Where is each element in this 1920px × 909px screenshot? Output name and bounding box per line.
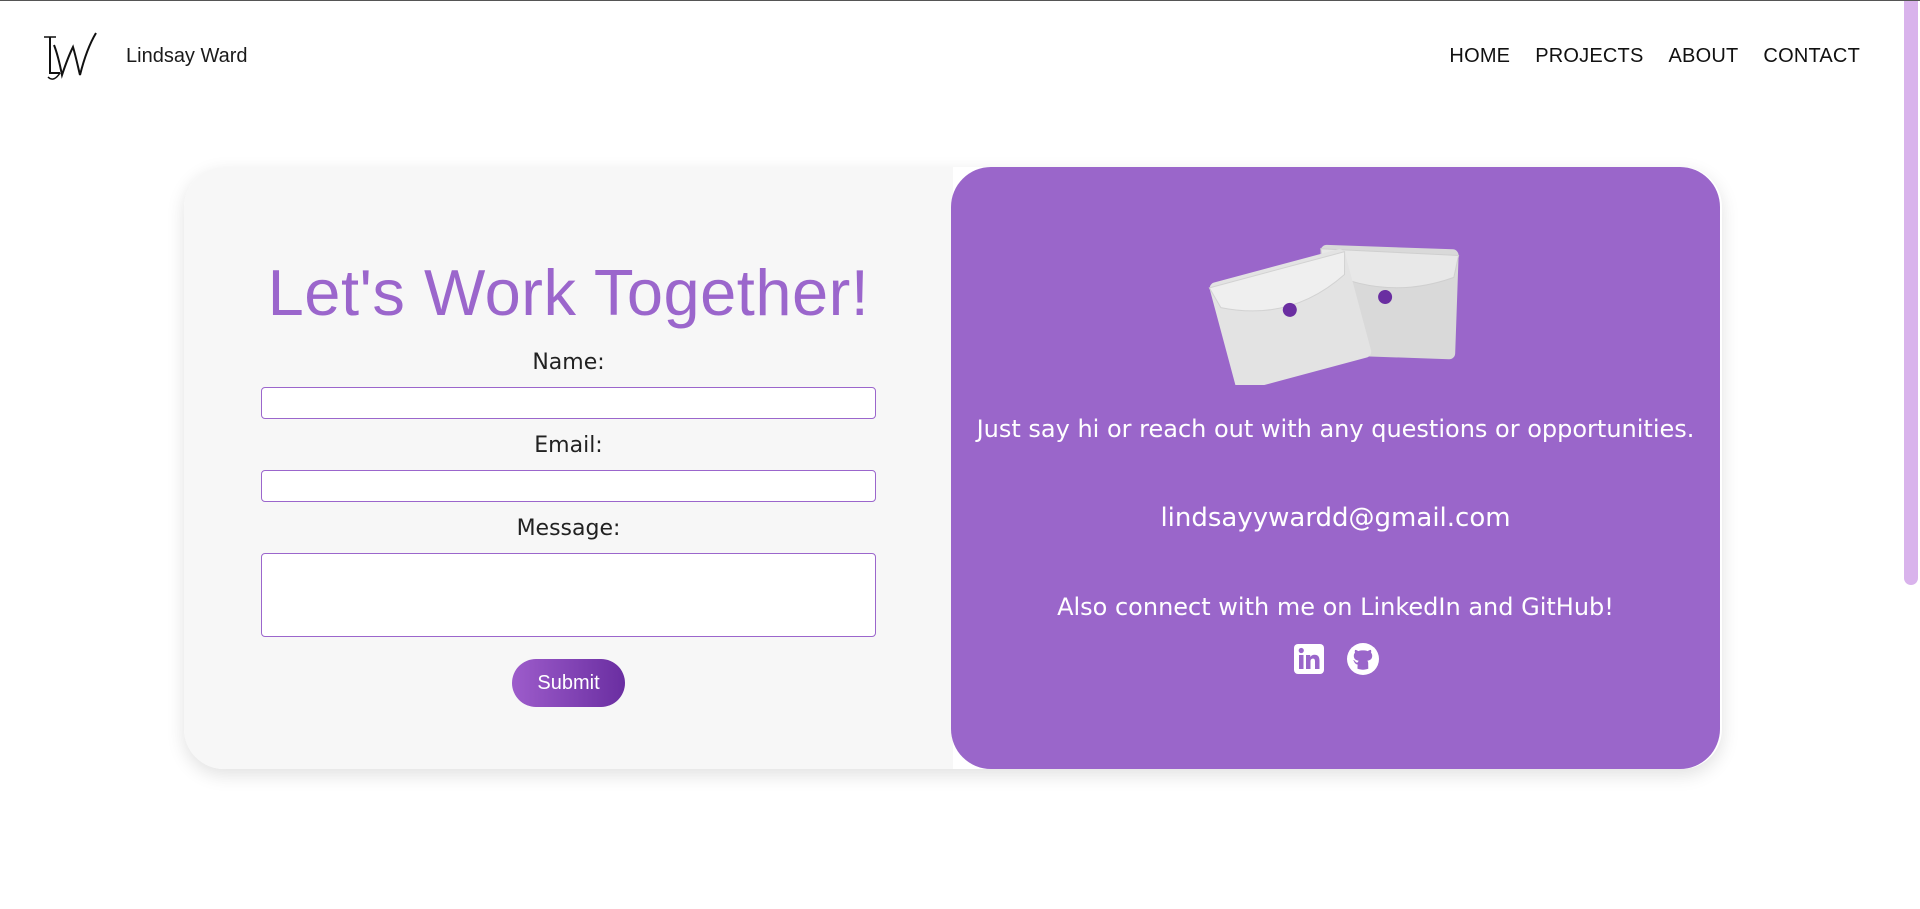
github-link[interactable] — [1346, 643, 1379, 675]
nav-home[interactable]: HOME — [1449, 45, 1510, 68]
contact-info-panel: Just say hi or reach out with any questi… — [951, 167, 1720, 769]
nav-contact[interactable]: CONTACT — [1763, 45, 1860, 68]
submit-button[interactable]: Submit — [512, 659, 625, 707]
message-field[interactable] — [261, 553, 876, 637]
linkedin-icon — [1293, 644, 1324, 674]
scrollbar-track[interactable] — [1903, 1, 1920, 909]
email-label: Email: — [534, 433, 603, 458]
connect-text: Also connect with me on LinkedIn and Git… — [1057, 593, 1614, 621]
contact-email[interactable]: lindsayywardd@gmail.com — [1160, 503, 1510, 533]
brand[interactable]: Lindsay Ward — [40, 29, 248, 83]
form-title: Let's Work Together! — [267, 256, 870, 329]
name-field[interactable] — [261, 387, 876, 419]
nav-projects[interactable]: PROJECTS — [1535, 45, 1643, 68]
nav-about[interactable]: ABOUT — [1669, 45, 1739, 68]
linkedin-link[interactable] — [1293, 643, 1325, 675]
contact-form-panel: Let's Work Together! Name: Email: Messag… — [184, 167, 953, 769]
site-header: Lindsay Ward HOME PROJECTS ABOUT CONTACT — [0, 1, 1900, 111]
lw-logo[interactable] — [40, 29, 98, 83]
social-links — [1293, 643, 1379, 675]
github-icon — [1346, 643, 1379, 675]
brand-name[interactable]: Lindsay Ward — [126, 45, 248, 68]
main-nav: HOME PROJECTS ABOUT CONTACT — [1449, 45, 1860, 68]
email-field[interactable] — [261, 470, 876, 502]
intro-text: Just say hi or reach out with any questi… — [976, 415, 1695, 443]
message-label: Message: — [516, 516, 621, 541]
name-label: Name: — [532, 350, 605, 375]
scrollbar-thumb[interactable] — [1904, 1, 1918, 585]
envelopes-illustration — [1208, 244, 1459, 385]
contact-card: Let's Work Together! Name: Email: Messag… — [184, 167, 1722, 769]
